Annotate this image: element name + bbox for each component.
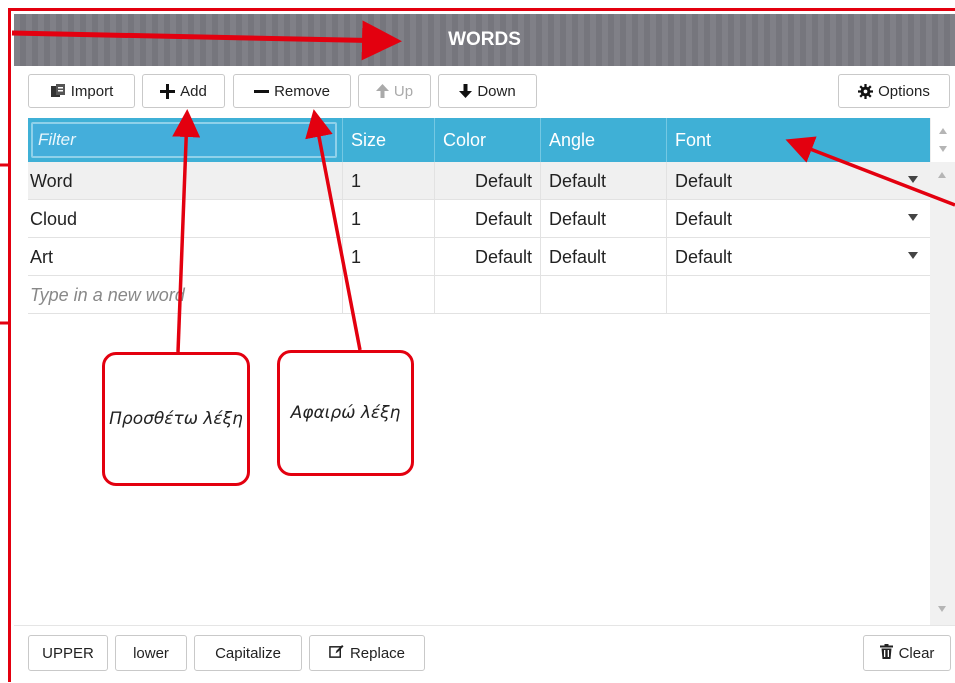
remove-button[interactable]: Remove — [233, 74, 351, 108]
bottom-toolbar: UPPER lower Capitalize Replace Clear — [14, 625, 955, 683]
add-label: Add — [180, 82, 207, 100]
column-header-font[interactable]: Font — [666, 118, 930, 162]
column-header-color[interactable]: Color — [434, 118, 540, 162]
angle-cell[interactable]: Default — [540, 238, 666, 276]
options-button[interactable]: Options — [838, 74, 950, 108]
word-cell[interactable]: Art — [28, 238, 342, 276]
dropdown-caret-icon — [908, 214, 918, 221]
scroll-up-icon — [939, 128, 947, 134]
clear-button[interactable]: Clear — [863, 635, 951, 671]
import-button[interactable]: Import — [28, 74, 135, 108]
size-cell[interactable]: 1 — [342, 162, 434, 200]
arrow-down-icon — [459, 84, 473, 98]
empty-cell — [342, 276, 434, 314]
column-header-angle[interactable]: Angle — [540, 118, 666, 162]
font-value: Default — [675, 208, 733, 229]
capitalize-button[interactable]: Capitalize — [194, 635, 302, 671]
window-titlebar: WORDS — [14, 14, 955, 66]
font-select[interactable]: Default — [666, 200, 930, 238]
remove-word-callout: Αφαιρώ λέξη — [277, 350, 414, 476]
column-header-size[interactable]: Size — [342, 118, 434, 162]
clear-label: Clear — [898, 644, 935, 662]
angle-cell[interactable]: Default — [540, 200, 666, 238]
word-cell[interactable]: Word — [28, 162, 342, 200]
font-value: Default — [675, 170, 733, 191]
toolbar: Import Add Remove Up Down Options — [14, 66, 955, 116]
empty-cell — [540, 276, 666, 314]
table-row[interactable]: Cloud 1 Default Default Default — [28, 200, 930, 238]
edit-icon — [329, 644, 344, 663]
down-label: Down — [477, 82, 516, 100]
minus-icon — [254, 84, 270, 99]
word-cell[interactable]: Cloud — [28, 200, 342, 238]
arrow-up-icon — [375, 84, 389, 98]
dropdown-caret-icon — [908, 252, 918, 259]
up-button[interactable]: Up — [358, 74, 431, 108]
replace-label: Replace — [349, 644, 406, 662]
vertical-scrollbar[interactable] — [930, 162, 955, 625]
size-cell[interactable]: 1 — [342, 238, 434, 276]
window-title: WORDS — [448, 29, 521, 50]
uppercase-button[interactable]: UPPER — [28, 635, 108, 671]
table-row[interactable]: Art 1 Default Default Default — [28, 238, 930, 276]
remove-label: Remove — [274, 82, 330, 100]
replace-button[interactable]: Replace — [309, 635, 425, 671]
new-word-row[interactable]: Type in a new word — [28, 276, 930, 314]
uppercase-label: UPPER — [42, 644, 94, 662]
dropdown-caret-icon — [908, 176, 918, 183]
plus-icon — [160, 83, 176, 99]
add-word-callout: Προσθέτω λέξη — [102, 352, 250, 486]
filter-input[interactable] — [31, 122, 337, 158]
options-label: Options — [878, 82, 930, 100]
gear-icon — [858, 83, 874, 99]
scroll-up-icon[interactable] — [938, 172, 946, 178]
header-scrollbar[interactable] — [930, 118, 955, 162]
lowercase-label: lower — [133, 644, 169, 662]
lowercase-button[interactable]: lower — [115, 635, 187, 671]
remove-word-note: Αφαιρώ λέξη — [290, 402, 401, 423]
color-cell[interactable]: Default — [434, 162, 540, 200]
font-select[interactable]: Default — [666, 238, 930, 276]
scroll-down-icon — [939, 146, 947, 152]
color-cell[interactable]: Default — [434, 238, 540, 276]
new-word-input[interactable]: Type in a new word — [28, 276, 342, 314]
capitalize-label: Capitalize — [215, 644, 281, 662]
font-select[interactable]: Default — [666, 162, 930, 200]
down-button[interactable]: Down — [438, 74, 537, 108]
empty-cell — [666, 276, 930, 314]
font-value: Default — [675, 246, 733, 267]
up-label: Up — [393, 82, 414, 100]
scroll-down-icon[interactable] — [938, 606, 946, 612]
table-row[interactable]: Word 1 Default Default Default — [28, 162, 930, 200]
grid-header: Size Color Angle Font — [28, 118, 930, 162]
add-word-note: Προσθέτω λέξη — [109, 408, 243, 429]
angle-cell[interactable]: Default — [540, 162, 666, 200]
color-cell[interactable]: Default — [434, 200, 540, 238]
import-label: Import — [70, 82, 114, 100]
empty-cell — [434, 276, 540, 314]
add-button[interactable]: Add — [142, 74, 225, 108]
size-cell[interactable]: 1 — [342, 200, 434, 238]
import-icon — [50, 83, 66, 99]
trash-icon — [879, 643, 893, 663]
